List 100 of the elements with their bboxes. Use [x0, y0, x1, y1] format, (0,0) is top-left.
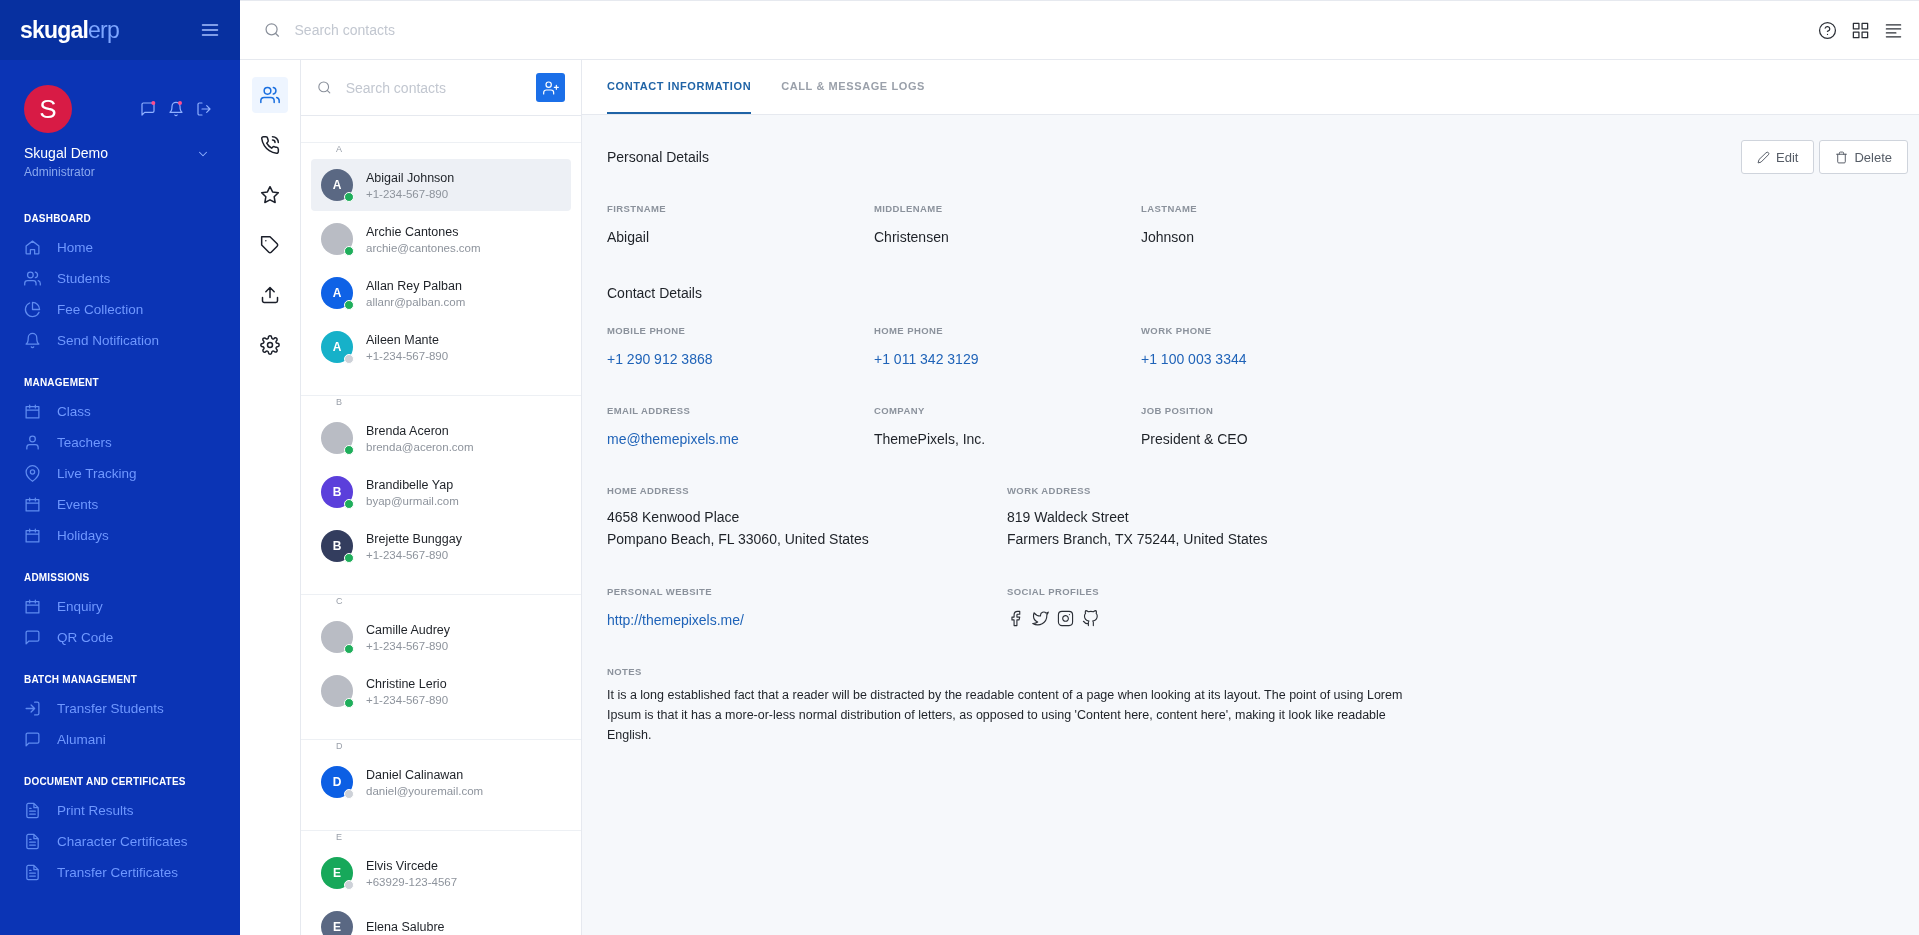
document-icon	[24, 864, 41, 881]
delete-button[interactable]: Delete	[1819, 140, 1908, 174]
contact-item[interactable]: B Brejette Bunggay +1-234-567-890	[311, 520, 571, 572]
contact-name: Brejette Bunggay	[366, 531, 462, 546]
chat-icon	[24, 629, 41, 646]
contact-detail: +1-234-567-890	[366, 639, 450, 652]
edit-button[interactable]: Edit	[1741, 140, 1815, 174]
settings-icon	[260, 335, 280, 355]
tab[interactable]: CONTACT INFORMATION	[607, 60, 752, 114]
photo-placeholder	[321, 422, 353, 454]
field-link[interactable]: +1 290 912 3868	[607, 349, 874, 369]
nav-item[interactable]: Class	[24, 396, 216, 427]
twitter-icon[interactable]	[1032, 610, 1049, 627]
contact-name: Allan Rey Palban	[366, 278, 463, 293]
contact-item[interactable]: E Elena Salubre	[311, 901, 571, 935]
field-label: SOCIAL PROFILES	[1007, 586, 1100, 597]
contact-item[interactable]: A Abigail Johnson +1-234-567-890	[311, 159, 571, 211]
nav-item[interactable]: Transfer Students	[24, 693, 216, 724]
people-tab[interactable]	[252, 77, 288, 113]
bell-icon[interactable]	[168, 101, 184, 117]
github-icon[interactable]	[1082, 610, 1099, 627]
search-icon	[317, 79, 332, 96]
field-value: It is a long established fact that a reader will be distracted by the readable content of a page when looking at its layout. The point of using Lorem Ipsum is that it has a more-or-less normal distribution of letters, as opposed to using 'Content here, content here', making it look like readable English.	[607, 687, 1404, 744]
contact-detail: daniel@youremail.com	[366, 784, 484, 797]
nav-item[interactable]: Home	[24, 232, 216, 263]
contact-detail: +63929-123-4567	[366, 875, 458, 888]
nav-item[interactable]: Live Tracking	[24, 458, 216, 489]
contact-item[interactable]: E Elvis Vircede +63929-123-4567	[311, 847, 571, 899]
chat-icon[interactable]	[140, 101, 156, 117]
address-line: Farmers Branch, TX 75244, United States	[1007, 530, 1269, 549]
field-link[interactable]: +1 011 342 3129	[874, 349, 1141, 369]
field-label: WORK ADDRESS	[1007, 485, 1092, 496]
calendar-icon	[24, 598, 41, 615]
field-label: PERSONAL WEBSITE	[607, 586, 713, 597]
address-line: 4658 Kenwood Place	[607, 508, 741, 527]
grid-icon[interactable]	[1851, 20, 1870, 40]
help-icon[interactable]	[1818, 20, 1837, 40]
nav-item[interactable]: Transfer Certificates	[24, 857, 216, 888]
search-field[interactable]: Search contacts	[292, 21, 664, 39]
home-icon	[24, 239, 41, 256]
contact-item[interactable]: A Allan Rey Palban allanr@palban.com	[311, 267, 571, 319]
user-name: Skugal Demo	[24, 145, 109, 161]
logo[interactable]: skugalerp	[20, 16, 119, 44]
logout-icon[interactable]	[196, 101, 212, 117]
contact-avatar: E	[321, 857, 353, 889]
instagram-icon[interactable]	[1057, 610, 1074, 627]
user-role: Administrator	[24, 165, 96, 179]
contact-detail: brenda@aceron.com	[366, 440, 474, 453]
field-link[interactable]: http://themepixels.me/	[607, 610, 1007, 630]
calendar-icon	[24, 496, 41, 513]
nav-item[interactable]: QR Code	[24, 622, 216, 653]
field-label: HOME PHONE	[874, 325, 944, 336]
contact-avatar: B	[321, 476, 353, 508]
group-letter: A	[333, 144, 345, 154]
contact-item[interactable]: B Brandibelle Yap byap@urmail.com	[311, 466, 571, 518]
nav-item[interactable]: Holidays	[24, 520, 216, 551]
nav-item[interactable]: Fee Collection	[24, 294, 216, 325]
contact-name: Elvis Vircede	[366, 858, 440, 873]
contact-name: Elena Salubre	[366, 920, 445, 934]
photo-placeholder	[321, 621, 353, 653]
phone-icon	[260, 135, 280, 155]
nav-item[interactable]: Teachers	[24, 427, 216, 458]
group-letter: B	[333, 397, 345, 407]
contact-avatar: E	[321, 911, 353, 935]
section-title: Personal Details	[607, 149, 709, 165]
contact-avatar: A	[321, 331, 353, 363]
field-label: COMPANY	[874, 405, 926, 416]
contact-item[interactable]: D Daniel Calinawan daniel@youremail.com	[311, 756, 571, 808]
nav-item[interactable]: Events	[24, 489, 216, 520]
contact-avatar: A	[321, 169, 353, 201]
field-label: FIRSTNAME	[607, 203, 667, 214]
address-line: 819 Waldeck Street	[1007, 508, 1130, 527]
nav-item[interactable]: Alumani	[24, 724, 216, 755]
search-field[interactable]: Search contacts	[343, 78, 536, 97]
field-value: Christensen	[874, 228, 950, 247]
add-contact-button[interactable]	[536, 73, 565, 102]
contact-item[interactable]: Archie Cantones archie@cantones.com	[311, 213, 571, 265]
nav-item[interactable]: Send Notification	[24, 325, 216, 356]
nav-section-title: BATCH MANAGEMENT	[24, 674, 138, 685]
contact-item[interactable]: Christine Lerio +1-234-567-890	[311, 665, 571, 717]
contact-item[interactable]: Brenda Aceron brenda@aceron.com	[311, 412, 571, 464]
field-value: Johnson	[1141, 228, 1195, 247]
nav-item[interactable]: Students	[24, 263, 216, 294]
contact-name: Abigail Johnson	[366, 170, 455, 185]
field-link[interactable]: +1 100 003 3344	[1141, 349, 1408, 369]
nav-item[interactable]: Character Certificates	[24, 826, 216, 857]
field-label: MOBILE PHONE	[607, 325, 687, 336]
contact-item[interactable]: Camille Audrey +1-234-567-890	[311, 611, 571, 663]
contact-item[interactable]: A Aileen Mante +1-234-567-890	[311, 321, 571, 373]
nav-item[interactable]: Enquiry	[24, 591, 216, 622]
nav-item[interactable]: Print Results	[24, 795, 216, 826]
nav-section-title: MANAGEMENT	[24, 377, 100, 388]
trash-icon	[1835, 150, 1849, 164]
location-pin-icon	[24, 465, 41, 482]
field-link[interactable]: me@themepixels.me	[607, 429, 874, 449]
user-avatar[interactable]: S	[24, 85, 72, 133]
contact-detail: allanr@palban.com	[366, 295, 466, 308]
search-icon	[264, 21, 281, 39]
chat-icon	[24, 731, 41, 748]
calendar-icon	[24, 527, 41, 544]
